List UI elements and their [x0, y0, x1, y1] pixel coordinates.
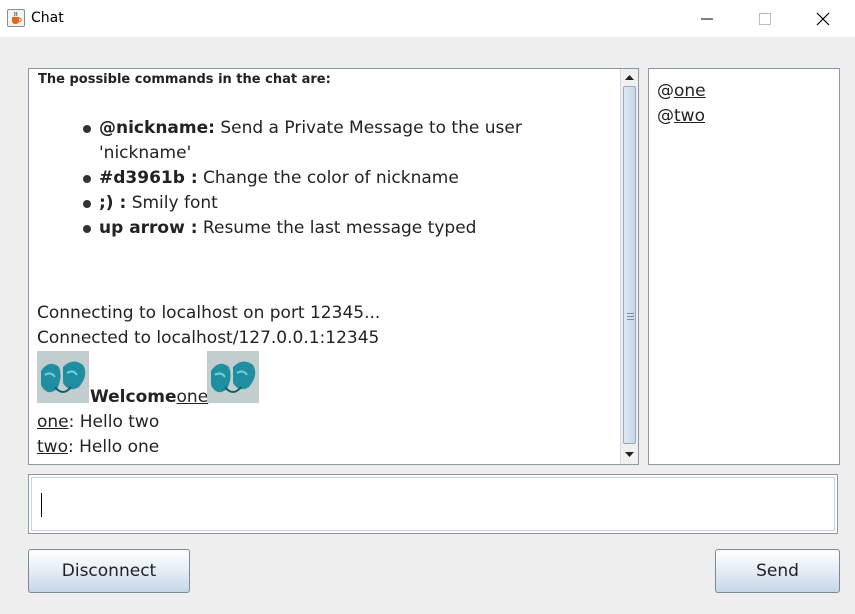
bullet-icon — [83, 225, 91, 233]
welcome-text: Welcome — [90, 387, 177, 407]
commands-header: The possible commands in the chat are: — [38, 72, 331, 87]
chat-content: The possible commands in the chat are: @… — [29, 69, 620, 464]
users-list[interactable]: @one @two — [648, 68, 840, 465]
message-input-field[interactable] — [31, 477, 835, 531]
status-line: Connected to localhost/127.0.0.1:12345 — [37, 328, 380, 348]
command-desc: Smily font — [126, 193, 218, 213]
commands-list: @nickname: Send a Private Message to the… — [83, 116, 613, 241]
welcome-line: Welcomeone — [90, 387, 208, 407]
command-key: ;) : — [99, 193, 127, 213]
scroll-down-button[interactable] — [621, 446, 638, 463]
command-item: up arrow : Resume the last message typed — [83, 216, 613, 241]
maximize-button[interactable] — [736, 0, 794, 37]
status-line: Connecting to localhost on port 12345... — [37, 303, 381, 323]
user-item[interactable]: @two — [657, 106, 705, 126]
command-key: #d3961b : — [99, 168, 198, 188]
user-link[interactable]: one — [674, 81, 706, 101]
user-item[interactable]: @one — [657, 81, 706, 101]
command-item: @nickname: Send a Private Message to the… — [83, 116, 613, 166]
message-user-link[interactable]: one — [37, 412, 69, 432]
scroll-up-button[interactable] — [621, 69, 638, 86]
chat-message: one: Hello two — [37, 412, 159, 432]
command-desc: Resume the last message typed — [197, 218, 477, 238]
close-icon — [816, 12, 830, 26]
maximize-icon — [759, 13, 771, 25]
command-item: ;) : Smily font — [83, 191, 613, 216]
disconnect-button[interactable]: Disconnect — [28, 549, 190, 593]
text-caret — [41, 493, 42, 517]
bullet-icon — [83, 200, 91, 208]
grip-line — [627, 313, 634, 314]
grip-line — [627, 316, 634, 317]
scroll-thumb[interactable] — [623, 86, 636, 444]
arrow-down-icon — [625, 452, 634, 457]
chat-pane[interactable]: The possible commands in the chat are: @… — [28, 68, 639, 465]
minimize-button[interactable] — [678, 0, 736, 37]
arrow-up-icon — [625, 75, 634, 80]
message-text: : Hello one — [67, 437, 160, 457]
message-text: : Hello two — [68, 412, 160, 432]
close-button[interactable] — [794, 0, 852, 37]
smiley-emoji-icon — [207, 351, 259, 403]
message-input[interactable] — [28, 474, 838, 534]
grip-line — [627, 319, 634, 320]
title-bar: Chat — [0, 0, 855, 37]
bullet-icon — [83, 175, 91, 183]
bullet-icon — [83, 125, 91, 133]
send-button[interactable]: Send — [715, 549, 840, 593]
user-link[interactable]: two — [674, 106, 705, 126]
chat-scrollbar[interactable] — [620, 69, 638, 464]
minimize-icon — [701, 18, 713, 20]
java-cup-icon — [7, 9, 25, 27]
command-key: @nickname: — [99, 118, 215, 138]
chat-message: two: Hello one — [37, 437, 159, 457]
smiley-emoji-icon — [37, 351, 89, 403]
window-title: Chat — [31, 10, 64, 26]
command-item: #d3961b : Change the color of nickname — [83, 166, 613, 191]
welcome-user-link[interactable]: one — [177, 387, 209, 407]
command-desc: Change the color of nickname — [197, 168, 459, 188]
command-key: up arrow : — [99, 218, 198, 238]
message-user-link[interactable]: two — [37, 437, 68, 457]
